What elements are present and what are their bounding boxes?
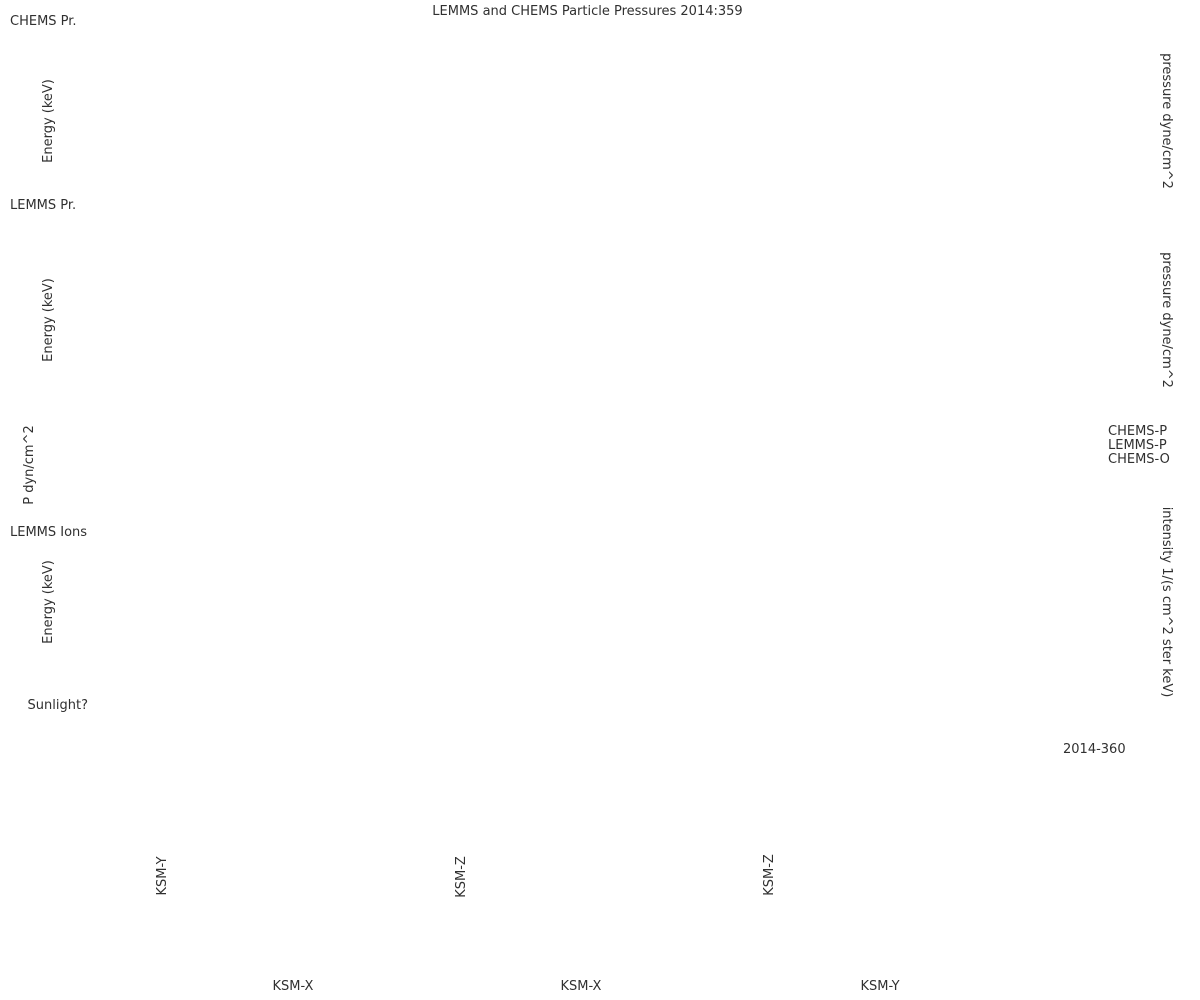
ions-panel-label: LEMMS Ions	[10, 525, 88, 540]
legend-item-chems-p: CHEMS-P	[1108, 424, 1168, 439]
plots-canvas	[0, 0, 1200, 1000]
chems-panel-label: CHEMS Pr.	[10, 14, 77, 29]
lemms-panel-label: LEMMS Pr.	[10, 198, 77, 213]
lemms-colorbar-label: pressure dyne/cm^2	[1159, 252, 1174, 388]
orbit1-xaxis-label: KSM-X	[272, 979, 314, 994]
orbit1-yaxis-label: KSM-Y	[155, 856, 170, 896]
ions-energy-axis-label: Energy (keV)	[41, 560, 56, 644]
legend-item-lemms-p: LEMMS-P	[1108, 438, 1167, 453]
chems-energy-axis-label: Energy (keV)	[41, 79, 56, 163]
orbit3-xaxis-label: KSM-Y	[860, 979, 900, 994]
sunlight-label: Sunlight?	[27, 698, 88, 713]
lemms-energy-axis-label: Energy (keV)	[41, 278, 56, 362]
orbit2-yaxis-label: KSM-Z	[454, 856, 469, 898]
date-rollover-label: 2014-360	[1063, 742, 1126, 757]
page-title: LEMMS and CHEMS Particle Pressures 2014:…	[432, 4, 743, 19]
ions-colorbar-label: intensity 1/(s cm^2 ster keV)	[1159, 506, 1174, 698]
chems-colorbar-label: pressure dyne/cm^2	[1159, 53, 1174, 189]
orbit3-yaxis-label: KSM-Z	[762, 854, 777, 896]
orbit2-xaxis-label: KSM-X	[560, 979, 602, 994]
legend-item-chems-o: CHEMS-O	[1108, 452, 1170, 467]
pressure-axis-label: P dyn/cm^2	[22, 425, 37, 505]
